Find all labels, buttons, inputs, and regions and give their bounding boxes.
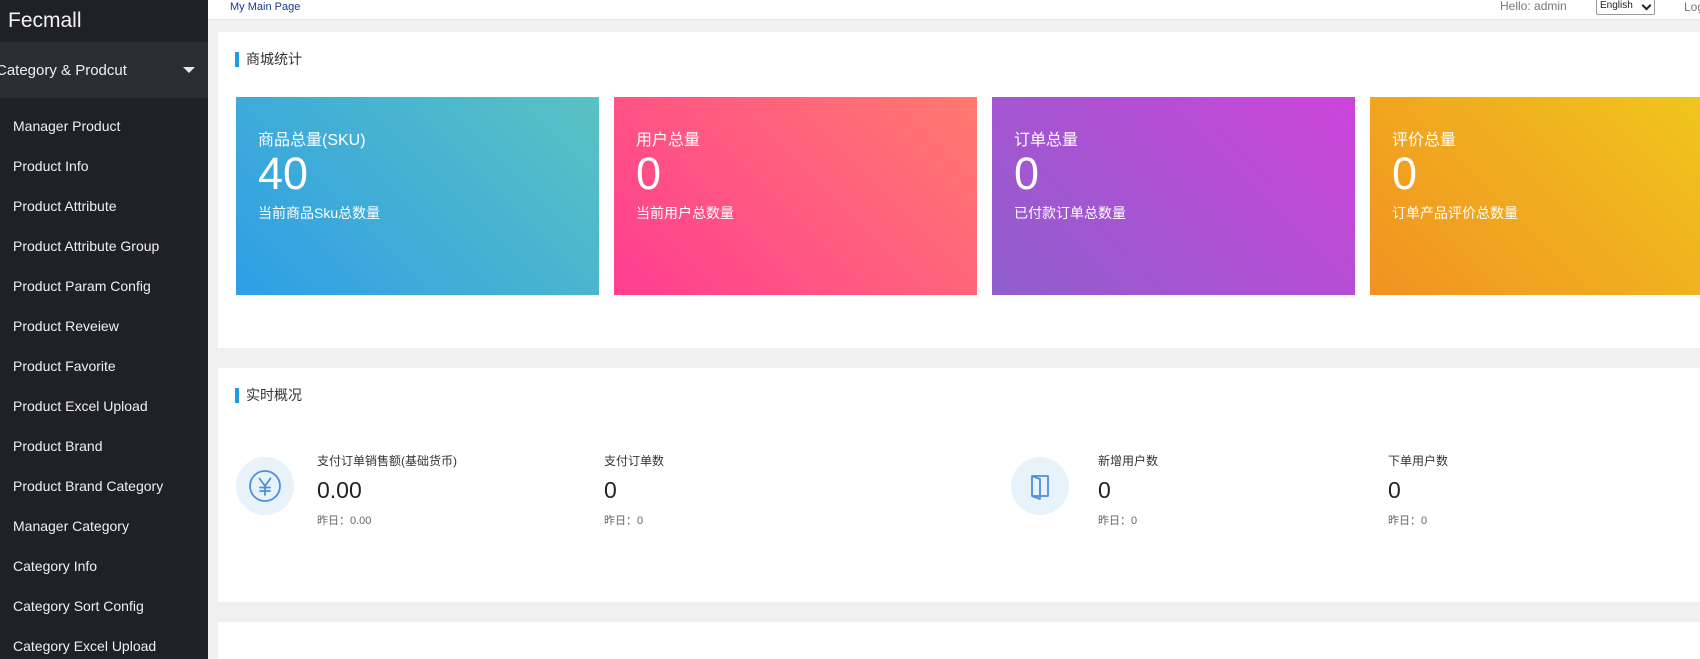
sidebar-item-product-param-config[interactable]: Product Param Config xyxy=(0,266,208,306)
stat-card-orders: 订单总量 0 已付款订单总数量 xyxy=(992,97,1355,295)
rt-label: 下单用户数 xyxy=(1388,454,1449,468)
sidebar-item-product-brand-category[interactable]: Product Brand Category xyxy=(0,466,208,506)
yen-icon xyxy=(236,457,294,515)
stat-card-desc: 已付款订单总数量 xyxy=(1014,205,1126,221)
section-title-realtime: 实时概况 xyxy=(235,387,302,403)
rt-value: 0 xyxy=(1098,477,1111,503)
stat-card-desc: 当前用户总数量 xyxy=(636,205,734,221)
sidebar: Fecmall Category & Prodcut Manager Produ… xyxy=(0,0,208,659)
sidebar-item-product-favorite[interactable]: Product Favorite xyxy=(0,346,208,386)
rt-label: 新增用户数 xyxy=(1098,454,1159,468)
section-title-text: 实时概况 xyxy=(246,387,302,403)
rt-item-sales-amount: 支付订单销售额(基础货币) 0.00 昨日：0.00 xyxy=(317,452,457,528)
hello-user-text: Hello: admin xyxy=(1500,0,1567,13)
stat-card-value: 0 xyxy=(636,148,662,199)
rt-yesterday: 昨日：0 xyxy=(1388,515,1428,527)
rt-item-new-users: 新增用户数 0 昨日：0 xyxy=(1098,452,1158,528)
stat-card-sku: 商品总量(SKU) 40 当前商品Sku总数量 xyxy=(236,97,599,295)
stat-card-desc: 订单产品评价总数量 xyxy=(1392,205,1518,221)
brand-logo[interactable]: Fecmall xyxy=(0,0,208,42)
stat-card-value: 40 xyxy=(258,148,309,199)
rt-item-order-count: 支付订单数 0 昨日：0 xyxy=(604,452,664,528)
sidebar-item-product-brand[interactable]: Product Brand xyxy=(0,426,208,466)
sidebar-item-category-excel-upload[interactable]: Category Excel Upload xyxy=(0,626,208,659)
door-icon xyxy=(1011,457,1069,515)
top-bar: My Main Page Hello: admin English Log xyxy=(208,0,1700,20)
title-accent-bar xyxy=(235,51,239,67)
realtime-overview-panel: 实时概况 支付订单销售额(基础货币) 0.00 昨日：0.00 支付订单数 0 … xyxy=(218,368,1700,602)
rt-item-ordering-users: 下单用户数 0 昨日：0 xyxy=(1388,452,1448,528)
rt-value: 0.00 xyxy=(317,477,362,503)
logout-link[interactable]: Log xyxy=(1684,0,1700,14)
stat-card-value: 0 xyxy=(1392,148,1418,199)
sidebar-item-product-excel-upload[interactable]: Product Excel Upload xyxy=(0,386,208,426)
bottom-panel xyxy=(218,622,1700,659)
language-select-value: English xyxy=(1600,0,1633,11)
rt-yesterday: 昨日：0 xyxy=(604,515,644,527)
main-page-link[interactable]: My Main Page xyxy=(230,1,300,13)
stat-card-title: 评价总量 xyxy=(1392,132,1457,149)
rt-label: 支付订单销售额(基础货币) xyxy=(317,454,457,468)
sidebar-menu-list: Manager Product Product Info Product Att… xyxy=(0,106,208,659)
sidebar-item-category-info[interactable]: Category Info xyxy=(0,546,208,586)
menu-group-label: Category & Prodcut xyxy=(0,61,127,79)
mall-stats-panel: 商城统计 商品总量(SKU) 40 当前商品Sku总数量 用户总量 0 当前用户… xyxy=(218,32,1700,348)
rt-yesterday: 昨日：0 xyxy=(1098,515,1138,527)
section-title-text: 商城统计 xyxy=(246,51,302,67)
sidebar-item-category-sort-config[interactable]: Category Sort Config xyxy=(0,586,208,626)
rt-yesterday: 昨日：0.00 xyxy=(317,515,372,527)
menu-group-category-product[interactable]: Category & Prodcut xyxy=(0,42,208,98)
title-accent-bar xyxy=(235,387,239,403)
sidebar-item-product-attribute-group[interactable]: Product Attribute Group xyxy=(0,226,208,266)
rt-value: 0 xyxy=(1388,477,1401,503)
stat-card-title: 商品总量(SKU) xyxy=(258,132,366,149)
stat-card-users: 用户总量 0 当前用户总数量 xyxy=(614,97,977,295)
chevron-down-icon xyxy=(1641,0,1652,11)
stat-card-value: 0 xyxy=(1014,148,1040,199)
stat-card-desc: 当前商品Sku总数量 xyxy=(258,205,381,221)
sidebar-item-product-review[interactable]: Product Reveiew xyxy=(0,306,208,346)
sidebar-item-product-info[interactable]: Product Info xyxy=(0,146,208,186)
sidebar-item-manager-category[interactable]: Manager Category xyxy=(0,506,208,546)
sidebar-item-manager-product[interactable]: Manager Product xyxy=(0,106,208,146)
stat-card-title: 订单总量 xyxy=(1014,132,1079,149)
caret-down-icon xyxy=(183,67,195,73)
stat-card-title: 用户总量 xyxy=(636,132,701,149)
language-select[interactable]: English xyxy=(1596,0,1655,15)
sidebar-item-product-attribute[interactable]: Product Attribute xyxy=(0,186,208,226)
rt-value: 0 xyxy=(604,477,617,503)
rt-label: 支付订单数 xyxy=(604,454,665,468)
section-title-mall-stats: 商城统计 xyxy=(235,51,302,67)
stat-card-reviews: 评价总量 0 订单产品评价总数量 xyxy=(1370,97,1700,295)
